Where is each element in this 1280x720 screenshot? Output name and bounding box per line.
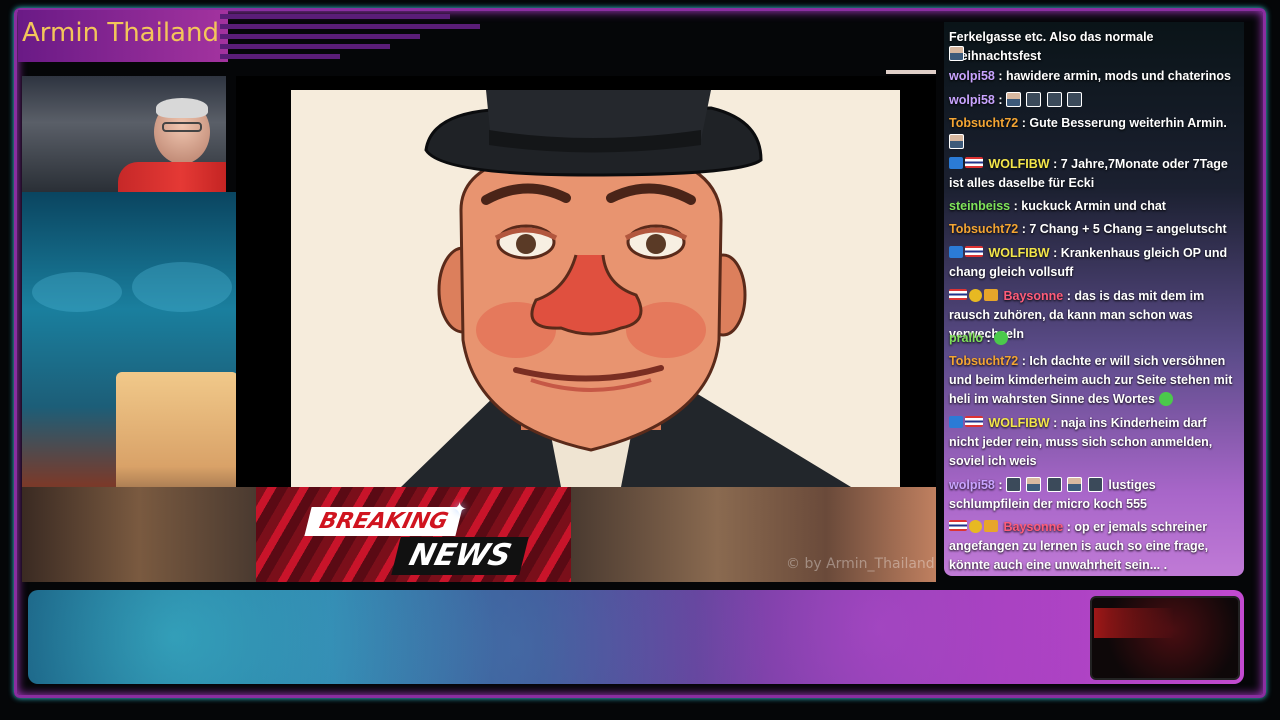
spark-icon: ✦ xyxy=(452,499,468,520)
gift-badge-icon xyxy=(984,520,998,532)
emote-icon xyxy=(1005,477,1021,492)
chat-message-text: : xyxy=(998,478,1003,492)
emote-icon xyxy=(1087,477,1103,492)
gift-badge-icon xyxy=(984,289,998,301)
chat-message: Tobsucht72 : 7 Chang + 5 Chang = angelut… xyxy=(949,220,1239,239)
chat-message-text: : hawidere armin, mods und chaterinos xyxy=(998,69,1232,83)
chat-message-text: : Gute Besserung weiterhin Armin. xyxy=(1021,116,1227,130)
avatar-icon xyxy=(949,46,964,61)
chat-username[interactable]: Baysonne xyxy=(1003,520,1063,534)
emote-icon xyxy=(994,331,1009,345)
chat-message: wolpi58 : xyxy=(949,91,1239,110)
accent-line xyxy=(886,70,936,74)
mod-badge-icon xyxy=(969,289,982,302)
thai-flag-icon xyxy=(965,246,983,257)
chat-username[interactable]: prallo xyxy=(949,331,983,345)
cartoon-image xyxy=(291,90,900,487)
webcam-feed xyxy=(22,76,226,192)
chat-message: WOLFIBW : naja ins Kinderheim darf nicht… xyxy=(949,414,1239,471)
emote-icon xyxy=(1046,477,1062,492)
chat-message: steinbeiss : kuckuck Armin und chat xyxy=(949,197,1239,216)
emote-icon xyxy=(1046,92,1062,107)
chat-message: WOLFIBW : Krankenhaus gleich OP und chan… xyxy=(949,244,1239,282)
chat-username[interactable]: wolpi58 xyxy=(949,69,995,83)
chat-username[interactable]: WOLFIBW xyxy=(988,416,1049,430)
stream-title: Armin Thailand xyxy=(22,18,219,48)
broadcaster-badge-icon xyxy=(949,416,963,428)
chat-username[interactable]: wolpi58 xyxy=(949,478,995,492)
chat-message: wolpi58 : lustiges schlumpfilein der mic… xyxy=(949,476,1239,514)
emote-icon xyxy=(1005,92,1021,107)
webcam-person-hair xyxy=(156,98,208,118)
bottom-banner xyxy=(28,590,1244,684)
emote-icon xyxy=(1158,392,1173,406)
chat-username[interactable]: Baysonne xyxy=(1003,289,1063,303)
chat-message-text: : kuckuck Armin und chat xyxy=(1013,199,1166,213)
emote-icon xyxy=(1026,92,1042,107)
chat-message-text: : xyxy=(986,331,991,345)
emote-icon xyxy=(1026,477,1042,492)
mod-badge-icon xyxy=(969,520,982,533)
chat-message: Baysonne : op er jemals schreiner angefa… xyxy=(949,518,1239,575)
chat-message: Tobsucht72 : Gute Besserung weiterhin Ar… xyxy=(949,114,1239,152)
chat-username[interactable]: Tobsucht72 xyxy=(949,222,1018,236)
decor-stripe xyxy=(220,14,450,19)
watermark: © by Armin_Thailand xyxy=(786,556,935,572)
studio-lower-left xyxy=(22,487,256,582)
chat-message: wolpi58 : hawidere armin, mods und chate… xyxy=(949,67,1239,86)
thai-flag-icon xyxy=(965,157,983,168)
thai-flag-icon xyxy=(965,416,983,427)
chat-username[interactable]: wolpi58 xyxy=(949,93,995,107)
chat-message xyxy=(949,45,1239,64)
decor-stripe xyxy=(220,44,390,49)
thai-flag-icon xyxy=(949,520,967,531)
chat-username[interactable]: steinbeiss xyxy=(949,199,1010,213)
world-map-shape xyxy=(32,272,122,312)
chat-message-text: : xyxy=(998,93,1003,107)
emote-icon xyxy=(949,134,964,149)
chat-panel: Ferkelgasse etc. Also das normale Weihna… xyxy=(944,22,1244,576)
broadcaster-badge-icon xyxy=(949,157,963,169)
cartoon-man-illustration xyxy=(401,90,851,487)
chat-message: Tobsucht72 : Ich dachte er will sich ver… xyxy=(949,352,1239,409)
chat-message-text: : 7 Chang + 5 Chang = angelutscht xyxy=(1021,222,1227,236)
secondary-cam-glow xyxy=(1094,608,1174,638)
decor-stripe xyxy=(220,24,480,29)
thai-flag-icon xyxy=(949,289,967,300)
chat-username[interactable]: Tobsucht72 xyxy=(949,116,1018,130)
chat-username[interactable]: Tobsucht72 xyxy=(949,354,1018,368)
webcam-person-body xyxy=(118,162,226,192)
decor-stripe xyxy=(220,54,340,59)
emote-icon xyxy=(1067,477,1083,492)
broadcaster-badge-icon xyxy=(949,246,963,258)
webcam-person-glasses xyxy=(162,122,202,132)
chat-username[interactable]: WOLFIBW xyxy=(988,246,1049,260)
news-label: NEWS xyxy=(391,537,530,575)
chat-message: prallo : xyxy=(949,329,1239,348)
chat-username[interactable]: WOLFIBW xyxy=(988,157,1049,171)
decor-stripe xyxy=(220,34,420,39)
chat-message: WOLFIBW : 7 Jahre,7Monate oder 7Tage ist… xyxy=(949,155,1239,193)
breaking-news-banner: BREAKING ✦ NEWS xyxy=(256,487,571,582)
breaking-label: BREAKING xyxy=(304,507,464,536)
emote-icon xyxy=(1067,92,1083,107)
world-map-shape xyxy=(132,262,232,312)
